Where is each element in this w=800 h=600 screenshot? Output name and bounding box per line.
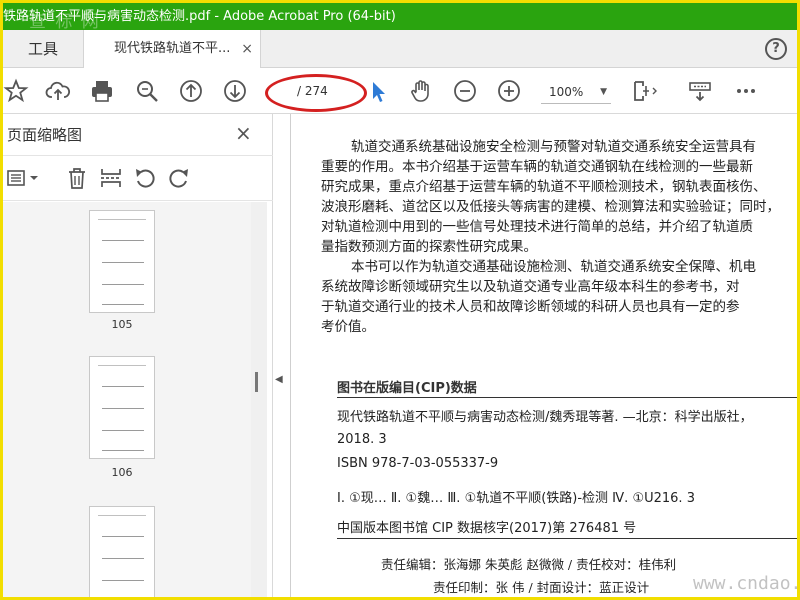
tab-tools[interactable]: 工具 <box>3 30 83 68</box>
credits-line: 责任编辑：张海娜 朱英彪 赵微微 / 责任校对：桂伟利 <box>381 557 677 572</box>
site-watermark: www.cndao.com <box>693 573 797 594</box>
app-window: 铁路轨道不平顺与病害动态检测.pdf - Adobe Acrobat Pro (… <box>0 0 800 600</box>
tab-document[interactable]: 现代铁路轨道不平... × <box>83 30 261 69</box>
classification: Ⅰ. ①现… Ⅱ. ①魏… Ⅲ. ①轨道不平顺(铁路)-检测 Ⅳ. ①U216.… <box>337 491 695 506</box>
zoom-in-icon[interactable] <box>496 78 522 104</box>
page-thumbnail[interactable] <box>89 506 155 597</box>
help-icon[interactable]: ? <box>765 38 787 60</box>
isbn: ISBN 978-7-03-055337-9 <box>337 456 499 471</box>
page-thumbnail[interactable] <box>89 210 155 313</box>
previous-page-icon[interactable] <box>178 78 204 104</box>
paragraph: 研究成果，重点介绍基于运营车辆的轨道不平顺检测技术，钢轨表面核伤、 <box>321 179 767 195</box>
page-number-label: 106 <box>111 466 133 479</box>
close-panel-icon[interactable]: × <box>235 121 252 145</box>
page-number-label: 105 <box>111 318 133 331</box>
cip-number: 中国版本图书馆 CIP 数据核字(2017)第 276481 号 <box>337 521 637 536</box>
cip-divider <box>337 538 797 539</box>
watermark-logo: 查 标 网 <box>29 12 101 30</box>
thumbnail-scrollbar[interactable] <box>251 202 267 597</box>
credits-line: 责任印制：张 伟 / 封面设计：蓝正设计 <box>433 580 650 595</box>
thumbnail-toolbar <box>3 155 273 201</box>
zoom-out-icon[interactable] <box>452 78 478 104</box>
delete-page-icon[interactable] <box>65 166 89 190</box>
page-fit-icon[interactable] <box>631 78 657 104</box>
zoom-value: 100% <box>549 85 584 99</box>
paragraph: 量指数预测方面的探索性研究成果。 <box>321 239 537 255</box>
paragraph: 对轨道检测中用到的一些信号处理技术进行简单的总结，并介绍了轨道质 <box>321 219 753 235</box>
paragraph: 考价值。 <box>321 319 375 335</box>
chevron-down-icon: ▼ <box>600 87 607 97</box>
thumbnail-panel-title: 页面缩略图 <box>7 126 83 144</box>
thumbnail-list: 105 106 <box>3 202 251 597</box>
cip-line: 2018. 3 <box>337 432 387 447</box>
cip-title: 图书在版编目(CIP)数据 <box>337 381 477 396</box>
rotate-right-icon[interactable] <box>167 166 191 190</box>
scrollbar-grip[interactable] <box>255 372 258 392</box>
cloud-upload-icon[interactable] <box>45 78 71 104</box>
search-icon[interactable] <box>134 78 160 104</box>
options-menu-icon[interactable] <box>7 166 41 190</box>
paragraph: 本书可以作为轨道交通基础设施检测、轨道交通系统安全保障、机电 <box>351 259 756 275</box>
title-bar: 铁路轨道不平顺与病害动态检测.pdf - Adobe Acrobat Pro (… <box>3 3 797 30</box>
main-toolbar: / 274 100% ▼ <box>3 68 797 114</box>
select-cursor-icon[interactable] <box>365 78 391 104</box>
paragraph: 轨道交通系统基础设施安全检测与预警对轨道交通系统安全运营具有 <box>351 139 756 155</box>
page-thumbnail[interactable] <box>89 356 155 459</box>
close-tab-icon[interactable]: × <box>241 30 253 68</box>
more-options-icon[interactable] <box>733 78 759 104</box>
thumbnail-panel: 页面缩略图 × 105 106 <box>3 114 273 597</box>
paragraph: 于轨道交通行业的技术人员和故障诊断领域的科研人员也具有一定的参 <box>321 299 740 315</box>
paragraph: 波浪形磨耗、道岔区以及低接头等病害的建模、检测算法和实验验证；同时， <box>321 199 780 215</box>
zoom-select[interactable]: 100% ▼ <box>541 80 611 104</box>
hand-tool-icon[interactable] <box>408 78 434 104</box>
paragraph: 系统故障诊断领域研究生以及轨道交通专业高年级本科生的参考书，对 <box>321 279 740 295</box>
rotate-left-icon[interactable] <box>133 166 157 190</box>
insert-page-icon[interactable] <box>99 166 123 190</box>
cip-divider <box>337 397 797 398</box>
star-icon[interactable] <box>3 78 29 104</box>
keyboard-tool-icon[interactable] <box>687 78 713 104</box>
annotation-oval <box>265 74 367 112</box>
tab-bar: 工具 现代铁路轨道不平... × ? <box>3 30 797 69</box>
tab-document-label: 现代铁路轨道不平... <box>114 41 231 56</box>
print-icon[interactable] <box>89 78 115 104</box>
cip-line: 现代铁路轨道不平顺与病害动态检测/魏秀琨等著. —北京：科学出版社， <box>337 410 753 425</box>
collapse-panel-icon[interactable]: ◀ <box>275 374 283 385</box>
document-view: 轨道交通系统基础设施安全检测与预警对轨道交通系统安全运营具有 重要的作用。本书介… <box>290 114 797 597</box>
next-page-icon[interactable] <box>222 78 248 104</box>
paragraph: 重要的作用。本书介绍基于运营车辆的轨道交通钢轨在线检测的一些最新 <box>321 159 753 175</box>
